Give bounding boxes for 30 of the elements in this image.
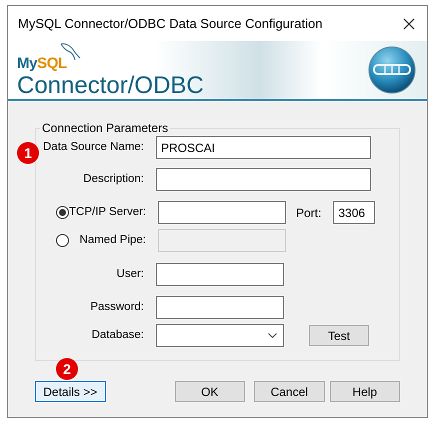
window-title: MySQL Connector/ODBC Data Source Configuration [18, 14, 322, 33]
dialog-button[interactable]: Details >> [35, 381, 106, 402]
text-field[interactable] [158, 201, 286, 224]
port-field[interactable]: 3306 [333, 201, 376, 224]
chain-globe-icon [367, 44, 417, 96]
field-label: Port: [296, 204, 322, 222]
text-field[interactable]: PROSCAI [156, 136, 371, 159]
field-label: Description: [83, 172, 144, 187]
dialog-button[interactable]: Help [330, 381, 400, 402]
step-badge: 2 [56, 358, 78, 380]
product-name: Connector/ODBC [17, 72, 204, 100]
dialog-button[interactable]: OK [174, 381, 245, 402]
close-icon[interactable] [403, 18, 415, 30]
text-field[interactable] [156, 168, 371, 191]
dialog-button[interactable]: Cancel [254, 381, 324, 402]
field-label: Database: [92, 328, 144, 343]
logo-wordmark: MySQL [17, 56, 68, 72]
radio-button[interactable] [56, 206, 69, 219]
field-label: Data Source Name: [43, 140, 144, 155]
field-label: TCP/IP Server: [69, 204, 146, 220]
text-field[interactable] [156, 263, 284, 286]
field-label: User: [116, 266, 144, 282]
group-title: Connection Parameters [41, 120, 170, 137]
field-label: Named Pipe: [78, 232, 146, 248]
step-badge: 1 [17, 142, 39, 164]
chevron-down-icon [268, 333, 277, 338]
field-label: Password: [90, 300, 144, 315]
test-button[interactable]: Test [309, 325, 369, 346]
database-dropdown[interactable] [156, 324, 284, 347]
text-field[interactable] [156, 296, 284, 319]
